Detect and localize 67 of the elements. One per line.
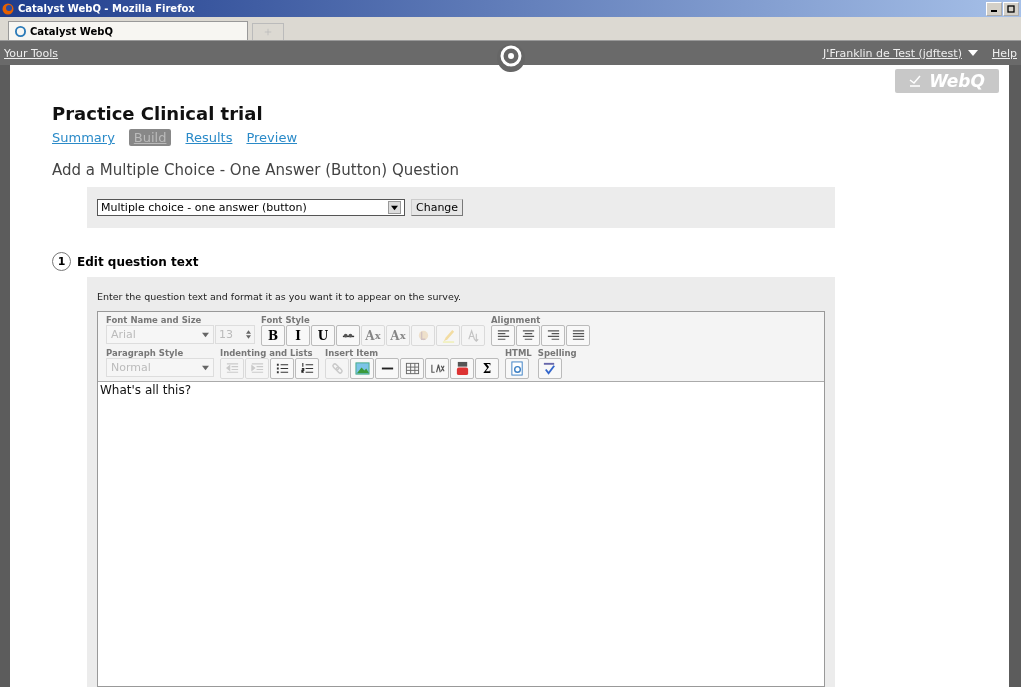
align-center-button[interactable] xyxy=(516,325,540,346)
toolbar-group-label: Insert Item xyxy=(325,348,380,358)
font-size-icon xyxy=(465,328,481,343)
toolbar-group-label: Spelling xyxy=(537,348,577,358)
question-text-area[interactable]: What's all this? xyxy=(98,382,824,686)
change-button[interactable]: Change xyxy=(411,199,464,216)
align-right-button[interactable] xyxy=(541,325,565,346)
video-button[interactable] xyxy=(450,358,474,379)
format-button[interactable]: Σ xyxy=(475,358,499,379)
help-link[interactable]: Help xyxy=(991,46,1017,60)
toolbar-group-label: Paragraph Style xyxy=(106,348,185,358)
maximize-icon xyxy=(1007,4,1015,13)
horizontal-rule-button[interactable] xyxy=(375,358,399,379)
maximize-button[interactable] xyxy=(1003,1,1019,16)
question-type-select[interactable]: Multiple choice - one answer (button) xyxy=(97,199,405,216)
window-title: Catalyst WebQ - Mozilla Firefox xyxy=(18,3,195,14)
your-tools-link[interactable]: Your Tools xyxy=(4,46,59,60)
html-preview-icon xyxy=(509,361,525,376)
align-left-icon xyxy=(495,328,511,343)
numbered-list-button[interactable] xyxy=(295,358,319,379)
format-button[interactable]: I xyxy=(286,325,310,346)
strikethrough-button[interactable] xyxy=(336,325,360,346)
spellcheck-icon xyxy=(542,361,558,376)
toolbar-group-label: Font Name and Size xyxy=(106,315,203,325)
align-left-button[interactable] xyxy=(491,325,515,346)
caret-icon xyxy=(202,331,209,338)
minimize-icon xyxy=(991,10,997,12)
table-button[interactable] xyxy=(400,358,424,379)
caret-icon xyxy=(967,49,978,57)
nav-tab[interactable]: Summary xyxy=(52,130,115,145)
user-menu[interactable]: J'Franklin de Test (jdftest) xyxy=(823,46,978,60)
spinner-arrows-icon xyxy=(246,330,251,339)
nav-tab[interactable]: Preview xyxy=(246,130,298,145)
survey-title: Practice Clinical trial xyxy=(52,103,264,124)
browser-logo-icon xyxy=(2,2,14,15)
toolbar-group-label: Alignment xyxy=(491,315,542,325)
nav-tab[interactable]: Results xyxy=(185,130,233,145)
bullet-list-button[interactable] xyxy=(270,358,294,379)
instruction-text: Enter the question text and format it as you want it to appear on the survey. xyxy=(97,291,463,302)
toolbar-group-label: Indenting and Lists xyxy=(220,348,314,358)
spellcheck-button[interactable] xyxy=(537,358,562,379)
justify-button[interactable] xyxy=(566,325,590,346)
minimize-button[interactable] xyxy=(986,1,1002,16)
numbered-list-icon xyxy=(299,361,315,376)
site-icon xyxy=(15,25,26,37)
step-title: Edit question text xyxy=(77,254,199,269)
format-button[interactable]: B xyxy=(261,325,285,346)
html-preview-button[interactable] xyxy=(505,358,529,379)
formula-button[interactable] xyxy=(425,358,449,379)
align-right-icon xyxy=(545,328,561,343)
format-button[interactable]: U xyxy=(311,325,335,346)
pencil-icon xyxy=(440,328,456,343)
justify-icon xyxy=(570,328,586,343)
link-icon xyxy=(329,361,345,376)
caret-icon xyxy=(391,204,398,211)
indent-icon xyxy=(249,361,265,376)
browser-tab[interactable]: Catalyst WebQ xyxy=(8,21,248,40)
bullet-list-icon xyxy=(274,361,290,376)
align-center-icon xyxy=(520,328,536,343)
toolbar-group-label: HTML xyxy=(505,348,532,358)
outdent-icon xyxy=(224,361,240,376)
caret-icon xyxy=(202,364,209,371)
check-icon xyxy=(909,75,922,87)
image-icon xyxy=(354,361,370,376)
section-heading: Add a Multiple Choice - One Answer (Button) Question xyxy=(52,161,460,179)
toolbar-group-label: Font Style xyxy=(261,315,311,325)
table-icon xyxy=(404,361,420,376)
